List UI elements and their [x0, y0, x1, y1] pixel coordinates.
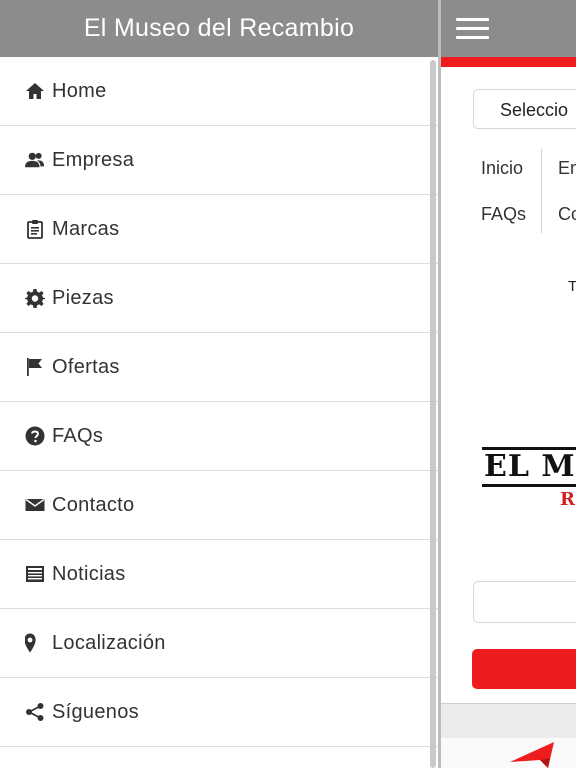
text-fragment: T: [568, 278, 576, 295]
footer-strip: [441, 703, 576, 739]
share-icon: [25, 701, 47, 723]
navigation-drawer: El Museo del Recambio Home Empresa Marca…: [0, 0, 438, 768]
drawer-menu: Home Empresa Marcas Piezas Ofertas FAQs …: [0, 57, 438, 747]
menu-item-siguenos[interactable]: Síguenos: [0, 678, 438, 747]
hamburger-menu-icon[interactable]: [456, 18, 489, 40]
app-topbar: [441, 0, 576, 57]
drawer-scrollbar[interactable]: [430, 60, 436, 768]
menu-item-label: Localización: [52, 631, 166, 654]
menu-item-empresa[interactable]: Empresa: [0, 126, 438, 195]
nav-link-faqs[interactable]: FAQs: [481, 204, 543, 225]
clipboard-icon: [25, 218, 47, 240]
nav-link-inicio[interactable]: Inicio: [481, 158, 543, 179]
menu-item-label: Síguenos: [52, 700, 139, 723]
top-nav-links: Inicio Em FAQs Co: [481, 145, 576, 237]
main-content-area: Seleccio Inicio Em FAQs Co T EL MU R: [438, 0, 576, 768]
gear-icon: [25, 287, 47, 309]
site-logo: EL MU R: [482, 447, 576, 510]
menu-item-label: Home: [52, 79, 107, 102]
menu-item-label: Piezas: [52, 286, 114, 309]
drawer-title: El Museo del Recambio: [83, 14, 355, 42]
menu-item-home[interactable]: Home: [0, 57, 438, 126]
menu-item-marcas[interactable]: Marcas: [0, 195, 438, 264]
category-select[interactable]: Seleccio: [473, 89, 576, 129]
menu-item-ofertas[interactable]: Ofertas: [0, 333, 438, 402]
nav-link-contacto[interactable]: Co: [543, 204, 576, 225]
accent-bar: [441, 57, 576, 67]
home-icon: [25, 80, 47, 102]
question-circle-icon: [25, 425, 47, 447]
menu-item-label: Marcas: [52, 217, 120, 240]
flag-icon: [25, 356, 47, 378]
menu-item-contacto[interactable]: Contacto: [0, 471, 438, 540]
menu-item-faqs[interactable]: FAQs: [0, 402, 438, 471]
users-icon: [25, 149, 47, 171]
search-input[interactable]: [473, 581, 576, 623]
menu-item-label: Ofertas: [52, 355, 120, 378]
drawer-header: El Museo del Recambio: [0, 0, 438, 57]
menu-item-label: FAQs: [52, 424, 104, 447]
menu-item-label: Contacto: [52, 493, 135, 516]
select-value: Seleccio: [500, 100, 569, 120]
menu-item-label: Empresa: [52, 148, 135, 171]
arrow-logo-icon: [510, 742, 554, 768]
menu-item-noticias[interactable]: Noticias: [0, 540, 438, 609]
nav-row: Inicio Em: [481, 145, 576, 191]
menu-item-piezas[interactable]: Piezas: [0, 264, 438, 333]
logo-text: EL MU: [482, 447, 576, 487]
newspaper-icon: [25, 563, 47, 585]
menu-item-label: Noticias: [52, 562, 126, 585]
envelope-icon: [25, 494, 47, 516]
page-body: Seleccio Inicio Em FAQs Co T EL MU R: [441, 67, 576, 703]
nav-link-empresa[interactable]: Em: [543, 158, 576, 179]
submit-button[interactable]: [472, 649, 576, 689]
menu-item-localizacion[interactable]: Localización: [0, 609, 438, 678]
map-marker-icon: [25, 632, 47, 654]
logo-subtext: R: [560, 489, 575, 510]
nav-row: FAQs Co: [481, 191, 576, 237]
